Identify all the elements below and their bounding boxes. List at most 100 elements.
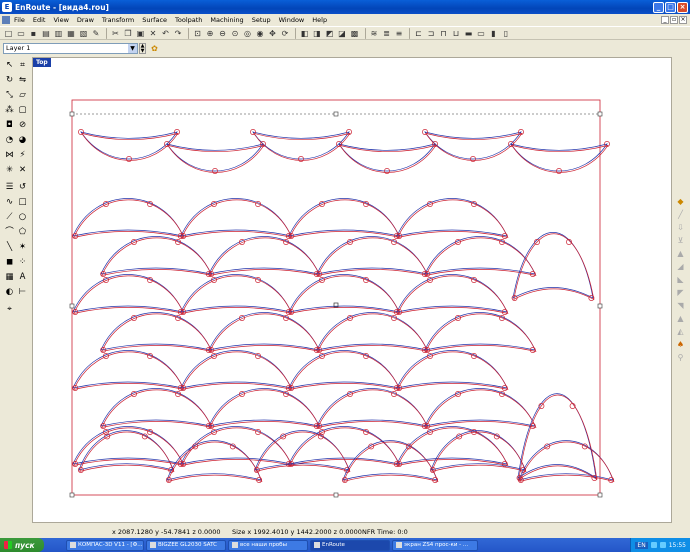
- tray-volume-icon[interactable]: [659, 542, 666, 548]
- layers-icon[interactable]: ≋: [369, 28, 380, 39]
- pencil-icon[interactable]: ✎: [91, 28, 102, 39]
- menu-transform[interactable]: Transform: [98, 16, 138, 24]
- folder-icon[interactable]: ▬: [463, 28, 474, 39]
- break-icon[interactable]: ⚡: [17, 150, 28, 161]
- start-button[interactable]: пуск: [0, 538, 44, 552]
- layers-stack-icon[interactable]: ≡: [394, 28, 405, 39]
- zoom-previous-icon[interactable]: ◉: [255, 28, 266, 39]
- array-icon[interactable]: ⁂: [4, 105, 15, 116]
- export-icon[interactable]: ▧: [78, 28, 89, 39]
- chevron-down-icon[interactable]: ▼: [128, 43, 137, 53]
- save-icon[interactable]: ▪: [28, 28, 39, 39]
- shade-icon[interactable]: ◪: [337, 28, 348, 39]
- undo-icon[interactable]: ↶: [160, 28, 171, 39]
- weld-icon[interactable]: ◘: [4, 120, 15, 131]
- menu-view[interactable]: View: [49, 16, 72, 24]
- open-file-icon[interactable]: ▭: [16, 28, 27, 39]
- line-icon[interactable]: ╲: [4, 242, 15, 253]
- menu-machining[interactable]: Machining: [206, 16, 247, 24]
- doc-close-button[interactable]: ×: [679, 15, 687, 24]
- tool-icon[interactable]: ╱: [675, 209, 686, 220]
- task-kompas[interactable]: КОМПАС-3D V11 - [Ф...: [66, 539, 144, 551]
- redo-icon[interactable]: ↷: [173, 28, 184, 39]
- checker-icon[interactable]: ▦: [4, 272, 15, 283]
- doc-restore-button[interactable]: ▫: [670, 15, 678, 24]
- cut-icon[interactable]: ✂: [110, 28, 121, 39]
- mirror-icon[interactable]: ⇋: [17, 75, 28, 86]
- rotate-icon[interactable]: ↻: [4, 75, 15, 86]
- nest-icon[interactable]: ▮: [488, 28, 499, 39]
- layer-spinner[interactable]: ▲ ▼: [139, 42, 146, 54]
- menu-file[interactable]: File: [10, 16, 29, 24]
- menu-surface[interactable]: Surface: [138, 16, 171, 24]
- measure-icon[interactable]: ✕: [17, 165, 28, 176]
- layer-properties-icon[interactable]: ✿: [149, 43, 160, 54]
- simulate-icon[interactable]: ♠: [675, 339, 686, 350]
- menu-edit[interactable]: Edit: [29, 16, 50, 24]
- language-indicator[interactable]: EN: [635, 541, 648, 549]
- drawing-canvas[interactable]: Top: [32, 57, 672, 523]
- menu-help[interactable]: Help: [308, 16, 331, 24]
- distribute-icon[interactable]: ⊔: [451, 28, 462, 39]
- view-3d-icon[interactable]: ◨: [312, 28, 323, 39]
- paste-icon[interactable]: ▣: [135, 28, 146, 39]
- align-center-icon[interactable]: ⊐: [426, 28, 437, 39]
- dimension-icon[interactable]: ⊢: [17, 287, 28, 298]
- layer-stack-icon[interactable]: ☰: [4, 182, 15, 193]
- pan-icon[interactable]: ✥: [267, 28, 278, 39]
- menu-window[interactable]: Window: [275, 16, 309, 24]
- explode-icon[interactable]: ✳: [4, 165, 15, 176]
- align-right-icon[interactable]: ⊓: [438, 28, 449, 39]
- star-icon[interactable]: ✶: [17, 242, 28, 253]
- scale-icon[interactable]: ⤡: [4, 90, 15, 101]
- grid-icon[interactable]: ▯: [501, 28, 512, 39]
- circle-icon[interactable]: ○: [17, 212, 28, 223]
- minimize-button[interactable]: _: [653, 1, 664, 13]
- doc-minimize-button[interactable]: _: [661, 15, 669, 24]
- zoom-window-icon[interactable]: ⊡: [192, 28, 203, 39]
- layer-select[interactable]: Layer 1 ▼: [3, 42, 138, 54]
- spiral-icon[interactable]: ↺: [17, 182, 28, 193]
- fillet-icon[interactable]: ◔: [4, 135, 15, 146]
- text-icon[interactable]: A: [17, 272, 28, 283]
- origin-icon[interactable]: ⌖: [4, 304, 15, 315]
- print-preview-icon[interactable]: ▥: [53, 28, 64, 39]
- bevel-icon[interactable]: ◥: [675, 300, 686, 311]
- half-circle-icon[interactable]: ◐: [4, 287, 15, 298]
- trim-icon[interactable]: ⊘: [17, 120, 28, 131]
- print-icon[interactable]: ▤: [41, 28, 52, 39]
- join-icon[interactable]: ⋈: [4, 150, 15, 161]
- engrave-icon[interactable]: ⊻: [675, 235, 686, 246]
- material-icon[interactable]: ◆: [675, 196, 686, 207]
- task-bigzee[interactable]: BIGZEE GL2030 SATC: [146, 539, 226, 551]
- align-left-icon[interactable]: ⊏: [413, 28, 424, 39]
- delete-icon[interactable]: ✕: [148, 28, 159, 39]
- pocket-icon[interactable]: ▲: [675, 248, 686, 259]
- drill-icon[interactable]: ⇩: [675, 222, 686, 233]
- new-file-icon[interactable]: □: [3, 28, 14, 39]
- inlay-icon[interactable]: ◤: [675, 287, 686, 298]
- zoom-extents-icon[interactable]: ⊙: [230, 28, 241, 39]
- view-top-icon[interactable]: ◧: [299, 28, 310, 39]
- tray-network-icon[interactable]: [650, 542, 657, 548]
- wireframe-icon[interactable]: ▩: [349, 28, 360, 39]
- title-bar[interactable]: E EnRoute - [вида4.rou] _ □ ×: [0, 0, 690, 14]
- polyline-icon[interactable]: ⟋: [4, 212, 15, 223]
- arrange-icon[interactable]: ▭: [476, 28, 487, 39]
- render-icon[interactable]: ◩: [324, 28, 335, 39]
- node-edit-icon[interactable]: ⌗: [17, 60, 28, 71]
- relief-icon[interactable]: ▲: [675, 313, 686, 324]
- copy-icon[interactable]: ❐: [123, 28, 134, 39]
- output-icon[interactable]: ⚲: [675, 352, 686, 363]
- layers-color-icon[interactable]: ≣: [381, 28, 392, 39]
- menu-toolpath[interactable]: Toolpath: [171, 16, 206, 24]
- zoom-out-icon[interactable]: ⊖: [217, 28, 228, 39]
- redraw-icon[interactable]: ⟳: [280, 28, 291, 39]
- import-icon[interactable]: ▦: [66, 28, 77, 39]
- maximize-button[interactable]: □: [665, 1, 676, 13]
- zoom-in-icon[interactable]: ⊕: [205, 28, 216, 39]
- bezier-icon[interactable]: ∿: [4, 197, 15, 208]
- zoom-selection-icon[interactable]: ◎: [242, 28, 253, 39]
- select-arrow-icon[interactable]: ↖: [4, 60, 15, 71]
- fill-toolpath-icon[interactable]: ◣: [675, 274, 686, 285]
